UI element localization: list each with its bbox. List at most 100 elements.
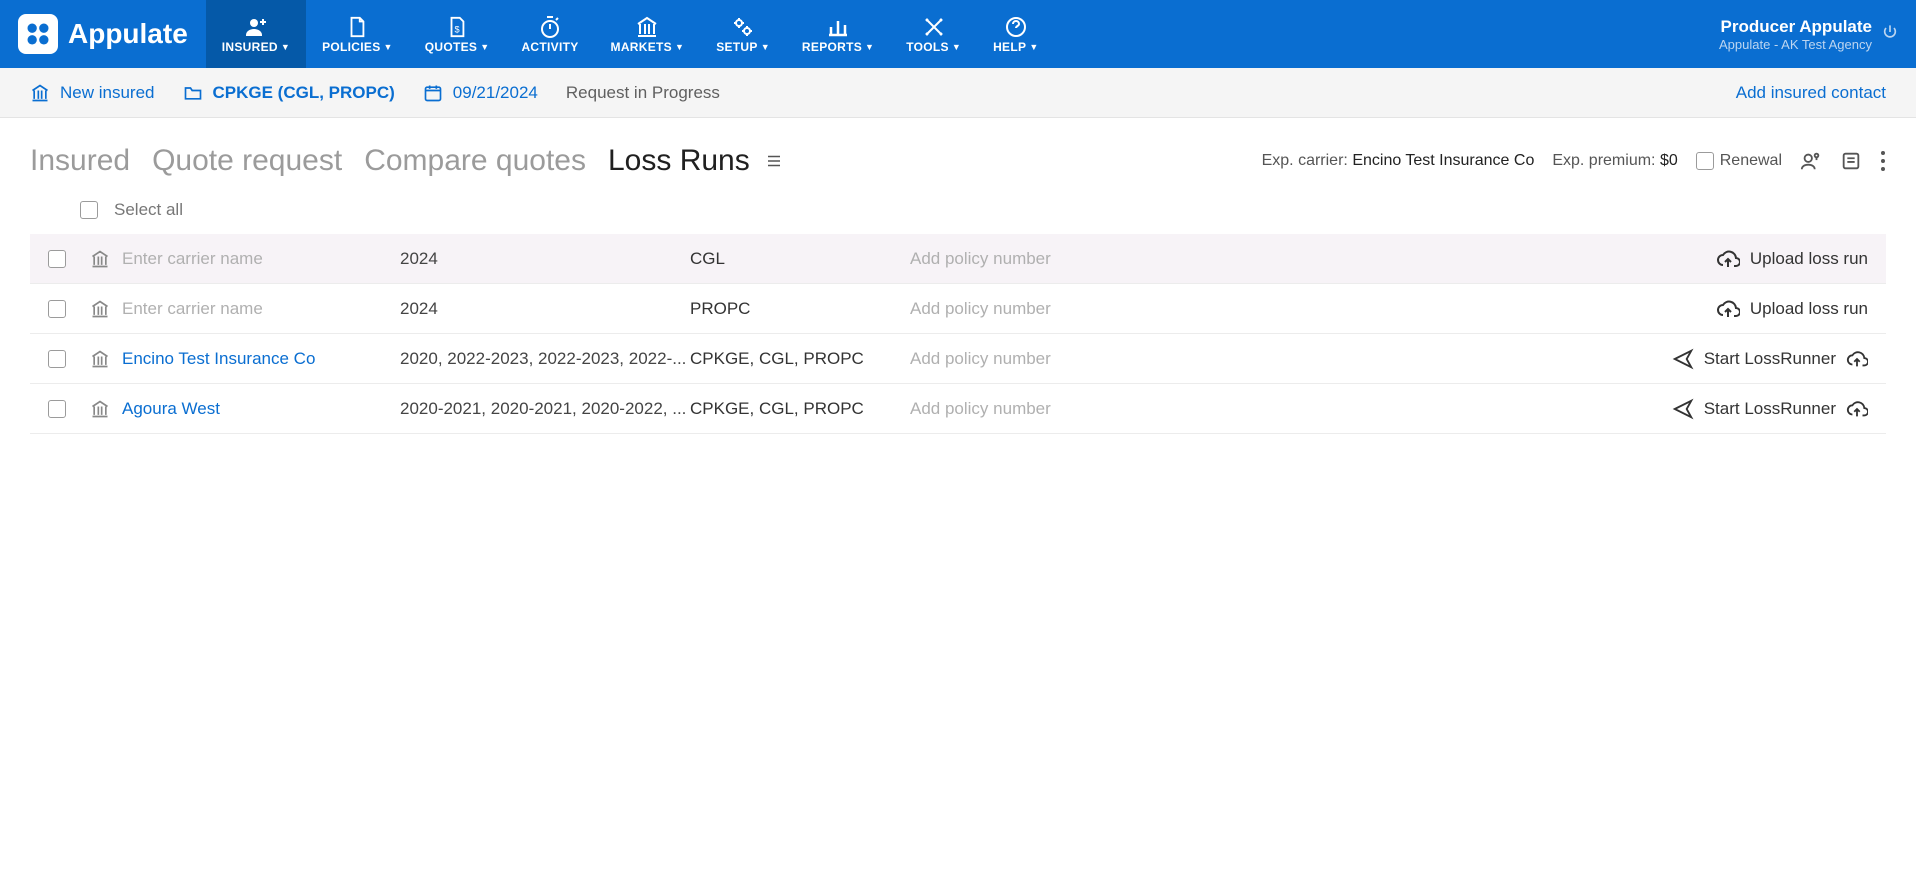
bank-icon (90, 399, 110, 419)
svg-text:$: $ (455, 25, 460, 35)
table-row: 2024 PROPC Upload loss run (30, 284, 1886, 334)
send-icon (1672, 398, 1694, 420)
subheader: New insured CPKGE (CGL, PROPC) 09/21/202… (0, 68, 1916, 118)
start-lossrunner-button[interactable]: Start LossRunner (1672, 398, 1868, 420)
assign-icon[interactable] (1800, 150, 1822, 172)
chevron-down-icon: ▼ (761, 42, 770, 52)
nav-policies[interactable]: POLICIES▼ (306, 0, 409, 68)
user-area[interactable]: Producer Appulate Appulate - AK Test Age… (1719, 0, 1916, 68)
type-cell: PROPC (690, 299, 910, 319)
nav-quotes[interactable]: $ QUOTES▼ (409, 0, 506, 68)
calendar-icon (423, 83, 443, 103)
policy-input[interactable] (910, 399, 1672, 419)
action-label: Upload loss run (1750, 249, 1868, 269)
carrier-link[interactable]: Agoura West (122, 399, 220, 419)
cloud-upload-icon[interactable] (1846, 348, 1868, 370)
document-dollar-icon: $ (446, 14, 468, 40)
year-cell: 2020, 2022-2023, 2022-2023, 2022-... (400, 349, 690, 369)
tab-quote-request[interactable]: Quote request (152, 144, 342, 178)
year-cell: 2020-2021, 2020-2021, 2020-2022, ... (400, 399, 690, 419)
row-checkbox[interactable] (48, 250, 66, 268)
tab-compare-quotes[interactable]: Compare quotes (364, 144, 586, 178)
note-icon[interactable] (1840, 150, 1862, 172)
chevron-down-icon: ▼ (281, 42, 290, 52)
status-text: Request in Progress (566, 83, 720, 103)
exp-premium-value[interactable]: $0 (1660, 152, 1678, 169)
nav-items: INSURED▼ POLICIES▼ $ QUOTES▼ ACTIVITY (206, 0, 1055, 68)
bar-chart-icon (826, 14, 850, 40)
chevron-down-icon: ▼ (952, 42, 961, 52)
upload-loss-run-button[interactable]: Upload loss run (1716, 247, 1868, 271)
date-crumb[interactable]: 09/21/2024 (423, 83, 538, 103)
renewal-label: Renewal (1720, 152, 1782, 170)
nav-label: INSURED (222, 40, 278, 54)
gears-icon (731, 14, 755, 40)
bank-icon (30, 83, 50, 103)
table-row: Agoura West 2020-2021, 2020-2021, 2020-2… (30, 384, 1886, 434)
year-cell: 2024 (400, 299, 690, 319)
chevron-down-icon: ▼ (480, 42, 489, 52)
policy-input[interactable] (910, 249, 1716, 269)
select-all-checkbox[interactable] (80, 201, 98, 219)
row-checkbox[interactable] (48, 400, 66, 418)
power-icon[interactable] (1882, 24, 1898, 45)
nav-insured[interactable]: INSURED▼ (206, 0, 306, 68)
nav-label: QUOTES (425, 40, 477, 54)
exp-carrier-value[interactable]: Encino Test Insurance Co (1352, 152, 1534, 169)
tab-insured[interactable]: Insured (30, 144, 130, 178)
row-checkbox[interactable] (48, 350, 66, 368)
policy-input[interactable] (910, 299, 1716, 319)
kebab-icon[interactable] (1880, 150, 1886, 172)
menu-icon[interactable] (764, 144, 784, 177)
year-cell: 2024 (400, 249, 690, 269)
tools-icon (922, 14, 946, 40)
cloud-upload-icon (1716, 247, 1740, 271)
bank-icon (90, 249, 110, 269)
logo[interactable]: Appulate (0, 0, 206, 68)
nav-setup[interactable]: SETUP▼ (700, 0, 786, 68)
nav-help[interactable]: HELP▼ (977, 0, 1054, 68)
carrier-input[interactable] (122, 299, 400, 319)
nav-label: ACTIVITY (521, 40, 578, 54)
nav-label: TOOLS (906, 40, 949, 54)
carrier-link[interactable]: Encino Test Insurance Co (122, 349, 315, 369)
select-all-row: Select all (0, 196, 1916, 234)
renewal-checkbox[interactable] (1696, 152, 1714, 170)
chevron-down-icon: ▼ (1029, 42, 1038, 52)
select-all-label: Select all (114, 200, 183, 220)
carrier-input[interactable] (122, 249, 400, 269)
crumb-label: CPKGE (CGL, PROPC) (213, 83, 395, 103)
add-insured-contact-link[interactable]: Add insured contact (1736, 83, 1886, 103)
nav-label: REPORTS (802, 40, 862, 54)
type-cell: CPKGE, CGL, PROPC (690, 349, 910, 369)
brand-text: Appulate (68, 18, 188, 50)
nav-label: SETUP (716, 40, 758, 54)
policy-crumb[interactable]: CPKGE (CGL, PROPC) (183, 83, 395, 103)
action-label: Upload loss run (1750, 299, 1868, 319)
person-plus-icon (243, 14, 269, 40)
user-agency: Appulate - AK Test Agency (1719, 37, 1872, 52)
tab-label: Loss Runs (608, 144, 750, 177)
nav-reports[interactable]: REPORTS▼ (786, 0, 890, 68)
nav-tools[interactable]: TOOLS▼ (890, 0, 977, 68)
table-row: 2024 CGL Upload loss run (30, 234, 1886, 284)
tab-row: Insured Quote request Compare quotes Los… (0, 118, 1916, 196)
cloud-upload-icon (1716, 297, 1740, 321)
cloud-upload-icon[interactable] (1846, 398, 1868, 420)
tab-loss-runs[interactable]: Loss Runs (608, 144, 784, 178)
folder-icon (183, 83, 203, 103)
policy-input[interactable] (910, 349, 1672, 369)
nav-label: POLICIES (322, 40, 380, 54)
action-label: Start LossRunner (1704, 349, 1836, 369)
new-insured-link[interactable]: New insured (30, 83, 155, 103)
bank-icon (90, 349, 110, 369)
action-label: Start LossRunner (1704, 399, 1836, 419)
help-icon (1004, 14, 1028, 40)
loss-runs-table: 2024 CGL Upload loss run 2024 PROPC Uplo… (0, 234, 1916, 434)
chevron-down-icon: ▼ (675, 42, 684, 52)
start-lossrunner-button[interactable]: Start LossRunner (1672, 348, 1868, 370)
upload-loss-run-button[interactable]: Upload loss run (1716, 297, 1868, 321)
nav-markets[interactable]: MARKETS▼ (595, 0, 701, 68)
row-checkbox[interactable] (48, 300, 66, 318)
nav-activity[interactable]: ACTIVITY (505, 0, 594, 68)
